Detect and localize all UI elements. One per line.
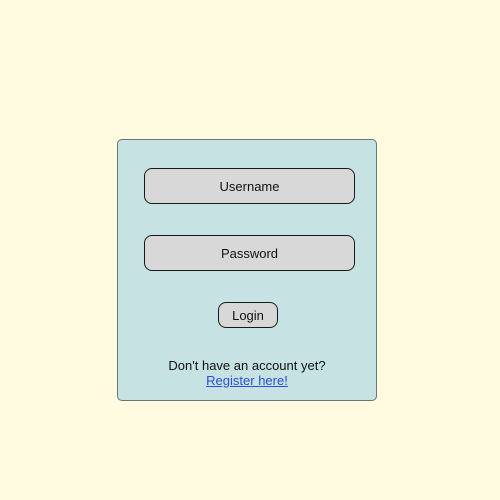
login-card: Username Password Login Don't have an ac… [117, 139, 377, 401]
username-field[interactable]: Username [144, 168, 355, 204]
password-field[interactable]: Password [144, 235, 355, 271]
register-link[interactable]: Register here! [206, 373, 288, 388]
register-section: Don't have an account yet? Register here… [118, 358, 376, 388]
page: { "colors": { "page_background": "#fefbe… [0, 0, 500, 500]
register-prompt-text: Don't have an account yet? [168, 358, 326, 373]
login-button[interactable]: Login [218, 302, 278, 328]
